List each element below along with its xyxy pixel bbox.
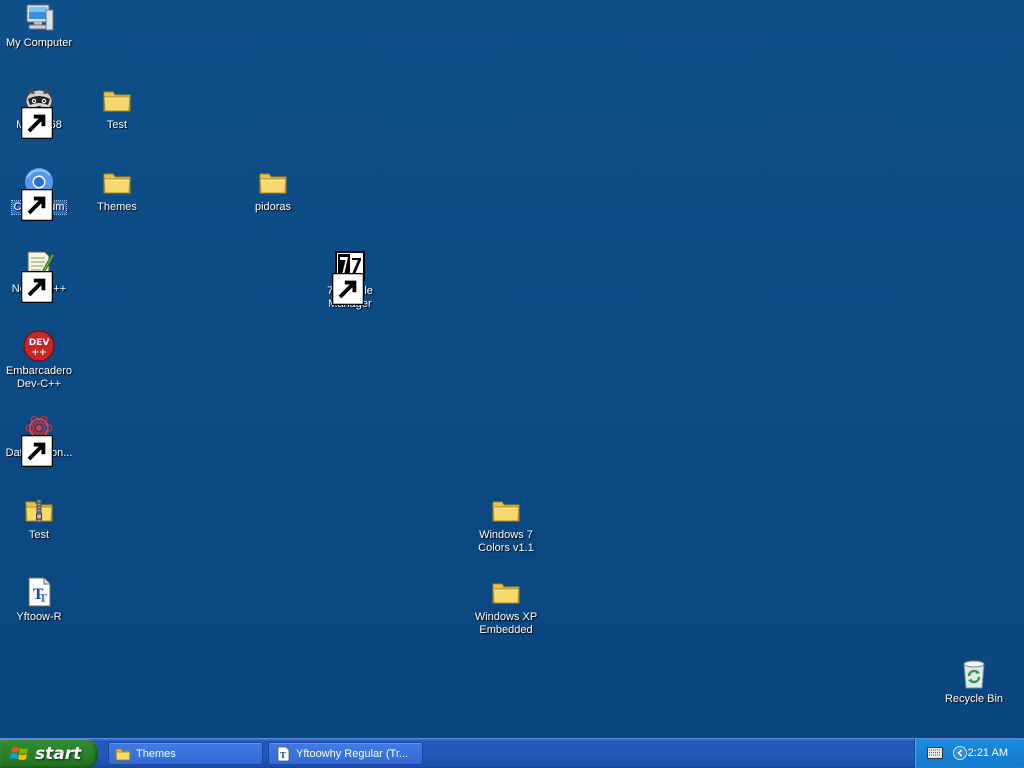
shortcut-arrow-icon [21, 435, 53, 467]
start-button[interactable]: start [0, 739, 98, 768]
windows-flag-icon [10, 746, 28, 760]
taskbar-button-font-viewer[interactable]: T Yftoowhy Regular (Tr... [268, 742, 423, 765]
desktop-icon-label: Yftoow-R [16, 611, 62, 623]
shortcut-arrow-icon [21, 107, 53, 139]
notification-area: 2:21 AM [914, 739, 1024, 768]
desktop-icon-7zip[interactable]: 7-Zip File Manager [312, 250, 388, 311]
desktop-icon-label: pidoras [254, 201, 292, 213]
desktop-icon-yftoow-r[interactable]: T T Yftoow-R [1, 576, 77, 624]
desktop-icon-windows7-colors-folder[interactable]: Windows 7 Colors v1.1 [468, 494, 544, 555]
desktop-icon-themes-folder[interactable]: Themes [79, 166, 155, 214]
computer-icon [26, 4, 54, 31]
desktop-icon-chromium[interactable]: Chromium [1, 166, 77, 221]
chevron-left-icon[interactable] [953, 746, 967, 760]
desktop-icon-label: Windows XP Embedded [474, 611, 538, 636]
svg-text:T: T [280, 750, 286, 760]
desktop-icon-label: Themes [97, 201, 137, 213]
font-file-icon: T [277, 746, 290, 761]
desktop-icon-mypal-68[interactable]: MyPal 68 [1, 84, 77, 139]
keyboard-icon[interactable] [927, 747, 943, 759]
font-file-icon: T T [28, 577, 51, 607]
desktop-icon-recycle-bin[interactable]: Recycle Bin [936, 658, 1012, 706]
svg-text:T: T [39, 592, 48, 605]
desktop-icon-test-zip-folder[interactable]: Test [1, 494, 77, 542]
desktop-icon-label: My Computer [5, 37, 73, 49]
folder-icon [492, 501, 520, 522]
svg-text:DEV: DEV [29, 338, 50, 348]
desktop-icon-pidoras-folder[interactable]: pidoras [235, 166, 311, 214]
taskbar-button-label: Themes [136, 747, 176, 760]
folder-icon [103, 91, 131, 112]
desktop-icon-label: Embarcadero Dev-C++ [5, 365, 73, 390]
desktop-icon-label: Test [28, 529, 50, 541]
desktop-icon-label: Windows 7 Colors v1.1 [478, 529, 534, 554]
desktop[interactable]: My Computer MyPal 68 [0, 0, 1024, 738]
devcpp-icon: DEV ++ [23, 330, 55, 362]
desktop-icon-windowsxp-embedded-folder[interactable]: Windows XP Embedded [468, 576, 544, 637]
zip-folder-icon [25, 499, 53, 523]
recycle-bin-icon [963, 660, 985, 689]
folder-icon [259, 173, 287, 194]
desktop-icon-devcpp[interactable]: DEV ++ Embarcadero Dev-C++ [1, 330, 77, 391]
taskbar-button-themes[interactable]: Themes [108, 742, 263, 765]
desktop-icon-label: Recycle Bin [944, 693, 1004, 705]
folder-icon [103, 173, 131, 194]
system-clock[interactable]: 2:21 AM [968, 747, 1008, 759]
folder-icon [492, 583, 520, 604]
desktop-icon-datawagon[interactable]: DataWagon... [1, 412, 77, 467]
desktop-icon-notepadpp[interactable]: Notepad++ [1, 248, 77, 303]
shortcut-arrow-icon [21, 271, 53, 303]
desktop-icon-my-computer[interactable]: My Computer [1, 2, 77, 50]
shortcut-arrow-icon [21, 189, 53, 221]
desktop-icon-test-folder[interactable]: Test [79, 84, 155, 132]
desktop-icon-label: Test [106, 119, 128, 131]
svg-text:++: ++ [31, 348, 46, 358]
folder-icon [115, 748, 131, 760]
taskbar-button-label: Yftoowhy Regular (Tr... [296, 747, 409, 760]
shortcut-arrow-icon [332, 273, 364, 305]
taskbar[interactable]: start Themes T Yftoowhy Regular (Tr... 2… [0, 738, 1024, 768]
start-label: start [35, 743, 82, 764]
